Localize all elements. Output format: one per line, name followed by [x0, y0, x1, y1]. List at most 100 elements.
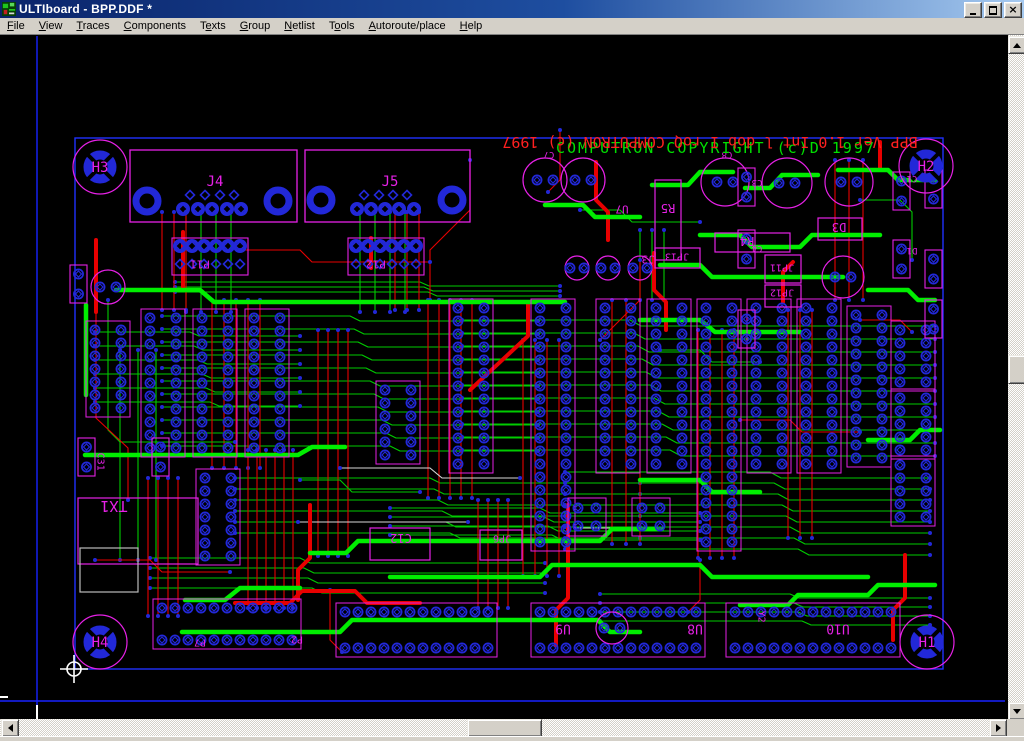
- via: [558, 128, 562, 132]
- component-label: H4: [92, 635, 109, 651]
- silkscreen-text-red-mirrored: BPP Ver 1.0 Int l dob I roQ COMPUTRON (c…: [502, 133, 917, 151]
- via: [405, 308, 409, 312]
- component-label: JP6: [493, 532, 511, 543]
- component-label: JP13: [665, 250, 689, 261]
- component-label: P7: [194, 636, 206, 647]
- via: [298, 404, 302, 408]
- menu-item-texts[interactable]: Texts: [193, 19, 233, 33]
- component-label: C1: [907, 173, 918, 183]
- via: [176, 614, 180, 618]
- via: [557, 574, 561, 578]
- via: [798, 536, 802, 540]
- menu-item-file[interactable]: File: [0, 19, 32, 33]
- via: [338, 466, 342, 470]
- via: [160, 405, 164, 409]
- menu-item-traces[interactable]: Traces: [69, 19, 116, 33]
- via: [910, 330, 914, 334]
- component-label: H2: [918, 159, 935, 175]
- window-title: ULTIboard - BPP.DDF *: [19, 2, 152, 16]
- via: [466, 520, 470, 524]
- via: [545, 574, 549, 578]
- scroll-right-button[interactable]: [989, 719, 1007, 737]
- component-label: H3: [92, 160, 109, 176]
- component-label: R5: [661, 201, 675, 215]
- via: [166, 476, 170, 480]
- via: [543, 581, 547, 585]
- via: [861, 298, 865, 302]
- menu-bar: FileViewTracesComponentsTextsGroupNetlis…: [0, 18, 1024, 35]
- menu-item-autoroute-place[interactable]: Autoroute/place: [362, 19, 453, 33]
- component-label: C3: [752, 177, 763, 187]
- via: [847, 298, 851, 302]
- vertical-scroll-thumb[interactable]: [1008, 355, 1024, 384]
- via: [810, 536, 814, 540]
- restore-button[interactable]: [984, 2, 1002, 18]
- via: [373, 310, 377, 314]
- via: [558, 284, 562, 288]
- app-icon: [2, 2, 16, 16]
- via: [166, 614, 170, 618]
- via: [437, 496, 441, 500]
- via: [393, 308, 397, 312]
- menu-item-components[interactable]: Components: [117, 19, 193, 33]
- via: [264, 448, 268, 452]
- via: [160, 392, 164, 396]
- component-label: U8: [687, 620, 703, 635]
- via: [258, 466, 262, 470]
- via: [228, 570, 232, 574]
- component-label: J5: [382, 174, 399, 190]
- component-label: P12: [366, 258, 386, 271]
- via: [786, 536, 790, 540]
- vertical-scrollbar[interactable]: [1008, 35, 1024, 719]
- via: [160, 327, 164, 331]
- component-label: H1: [919, 635, 936, 651]
- via: [533, 338, 537, 342]
- via: [154, 558, 158, 562]
- menu-item-help[interactable]: Help: [453, 19, 490, 33]
- via: [146, 476, 150, 480]
- via: [298, 362, 302, 366]
- via: [160, 366, 164, 370]
- via: [426, 496, 430, 500]
- component-label: U9: [555, 620, 571, 635]
- via: [558, 289, 562, 293]
- via: [698, 558, 702, 562]
- component-label: JP12: [770, 286, 794, 297]
- component-label: U7: [615, 203, 628, 216]
- scroll-up-button[interactable]: [1008, 36, 1024, 54]
- via: [598, 592, 602, 596]
- via: [459, 496, 463, 500]
- via: [336, 328, 340, 332]
- via: [417, 308, 421, 312]
- via: [160, 210, 164, 214]
- menu-item-view[interactable]: View: [32, 19, 70, 33]
- via: [160, 353, 164, 357]
- via: [296, 520, 300, 524]
- via: [160, 340, 164, 344]
- via: [545, 338, 549, 342]
- via: [732, 556, 736, 560]
- via: [388, 310, 392, 314]
- menu-item-group[interactable]: Group: [233, 19, 278, 33]
- via: [106, 298, 110, 302]
- via: [546, 190, 550, 194]
- horizontal-scrollbar[interactable]: [0, 719, 1007, 736]
- via: [298, 478, 302, 482]
- menu-item-netlist[interactable]: Netlist: [277, 19, 322, 33]
- via: [708, 556, 712, 560]
- menu-item-tools[interactable]: Tools: [322, 19, 362, 33]
- via: [858, 198, 862, 202]
- component-label: D3: [832, 220, 846, 234]
- minimize-button[interactable]: [964, 2, 982, 18]
- close-button[interactable]: ×: [1004, 2, 1022, 18]
- via: [298, 390, 302, 394]
- horizontal-scroll-thumb[interactable]: [467, 719, 542, 737]
- scroll-left-button[interactable]: [1, 719, 19, 737]
- scroll-down-button[interactable]: [1008, 702, 1024, 720]
- title-bar[interactable]: ULTIboard - BPP.DDF * ×: [0, 0, 1024, 18]
- component-label: Y2: [756, 611, 767, 623]
- component-label: P11: [190, 258, 210, 271]
- pcb-canvas[interactable]: J4J5P11P12H3H2H4H1R5JP13R4D3JP11JP12C12J…: [0, 35, 1008, 719]
- via: [358, 310, 362, 314]
- component-label: C12: [390, 531, 412, 545]
